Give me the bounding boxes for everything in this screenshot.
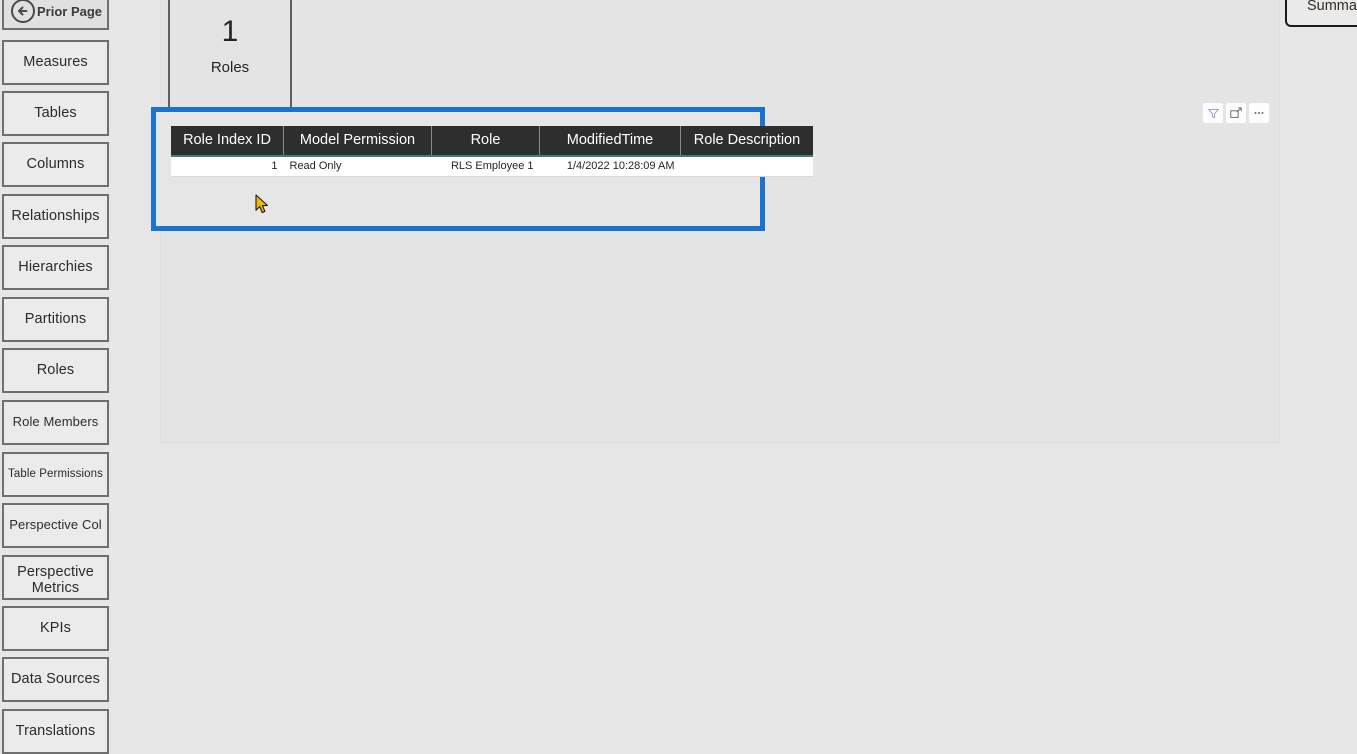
table-row[interactable]: 1 Read Only RLS Employee 1 1/4/2022 10:2… bbox=[171, 156, 813, 177]
sidebar-item-label: Tables bbox=[34, 105, 77, 122]
sidebar-item-label: Partitions bbox=[24, 311, 87, 328]
sidebar-item-label: Table Permissions bbox=[7, 468, 103, 481]
kpi-value: 1 bbox=[221, 15, 239, 48]
table-body: 1 Read Only RLS Employee 1 1/4/2022 10:2… bbox=[171, 156, 813, 177]
sidebar-item-label: Relationships bbox=[11, 208, 100, 225]
sidebar-item-label: Translations bbox=[15, 723, 96, 740]
sidebar-item-tables[interactable]: Tables bbox=[2, 91, 109, 136]
summary-button[interactable]: Summary bbox=[1285, 0, 1357, 27]
sidebar-item-measures[interactable]: Measures bbox=[2, 40, 109, 85]
sidebar-item-relationships[interactable]: Relationships bbox=[2, 194, 109, 239]
prior-page-button[interactable]: Prior Page bbox=[2, 0, 109, 30]
sidebar-item-hierarchies[interactable]: Hierarchies bbox=[2, 245, 109, 290]
column-header-role-index-id[interactable]: Role Index ID bbox=[171, 126, 284, 157]
visual-header-icon-strip bbox=[1203, 103, 1269, 123]
column-header-role-description[interactable]: Role Description bbox=[680, 126, 813, 157]
sidebar-item-kpis[interactable]: KPIs bbox=[2, 606, 109, 651]
sidebar-item-label: Measures bbox=[23, 54, 88, 71]
cell-modifiedtime: 1/4/2022 10:28:09 AM bbox=[539, 156, 681, 177]
sidebar-item-roles[interactable]: Roles bbox=[2, 348, 109, 393]
left-navigation-rail: Prior Page Measures Tables Columns Relat… bbox=[0, 0, 118, 754]
report-canvas: 1 Roles Summary bbox=[118, 0, 1357, 749]
sidebar-item-role-members[interactable]: Role Members bbox=[2, 400, 109, 445]
table-header-row: Role Index ID Model Permission Role Modi… bbox=[171, 126, 813, 157]
more-options-icon[interactable] bbox=[1249, 103, 1269, 123]
sidebar-item-label: Columns bbox=[26, 156, 85, 173]
prior-page-label: Prior Page bbox=[36, 3, 103, 19]
sidebar-item-label: Data Sources bbox=[10, 671, 101, 688]
report-page-container: 1 Roles Summary bbox=[151, 0, 1357, 443]
sidebar-item-data-sources[interactable]: Data Sources bbox=[2, 657, 109, 702]
roles-data-table[interactable]: Role Index ID Model Permission Role Modi… bbox=[171, 126, 813, 177]
sidebar-item-translations[interactable]: Translations bbox=[2, 709, 109, 754]
sidebar-item-label: Perspective Metrics bbox=[17, 564, 94, 597]
sidebar-item-label: Roles bbox=[36, 362, 75, 379]
focus-mode-icon[interactable] bbox=[1226, 103, 1246, 123]
cell-role: RLS Employee 1 bbox=[431, 156, 540, 177]
summary-button-label: Summary bbox=[1306, 0, 1357, 14]
filter-icon[interactable] bbox=[1203, 103, 1223, 123]
sidebar-item-label: Perspective Col bbox=[9, 517, 102, 533]
back-arrow-circle-icon bbox=[10, 0, 36, 24]
cell-model-permission: Read Only bbox=[283, 156, 432, 177]
sidebar-item-label: Role Members bbox=[12, 414, 99, 430]
column-header-role[interactable]: Role bbox=[431, 126, 540, 157]
sidebar-item-label: KPIs bbox=[39, 620, 72, 637]
sidebar-item-table-permissions[interactable]: Table Permissions bbox=[2, 452, 109, 497]
table-visual[interactable]: Role Index ID Model Permission Role Modi… bbox=[156, 112, 813, 226]
column-header-model-permission[interactable]: Model Permission bbox=[283, 126, 432, 157]
table-visual-selection-outline[interactable]: Role Index ID Model Permission Role Modi… bbox=[151, 107, 813, 231]
kpi-label: Roles bbox=[210, 59, 250, 76]
cell-role-description bbox=[680, 156, 813, 177]
sidebar-item-partitions[interactable]: Partitions bbox=[2, 297, 109, 342]
sidebar-item-perspective-metrics[interactable]: Perspective Metrics bbox=[2, 555, 109, 600]
sidebar-item-columns[interactable]: Columns bbox=[2, 142, 109, 187]
sidebar-item-label: Hierarchies bbox=[18, 259, 93, 276]
column-header-modifiedtime[interactable]: ModifiedTime bbox=[539, 126, 681, 157]
kpi-card-roles[interactable]: 1 Roles bbox=[168, 0, 292, 112]
cell-role-index-id: 1 bbox=[171, 156, 284, 177]
sidebar-item-perspective-col[interactable]: Perspective Col bbox=[2, 503, 109, 548]
